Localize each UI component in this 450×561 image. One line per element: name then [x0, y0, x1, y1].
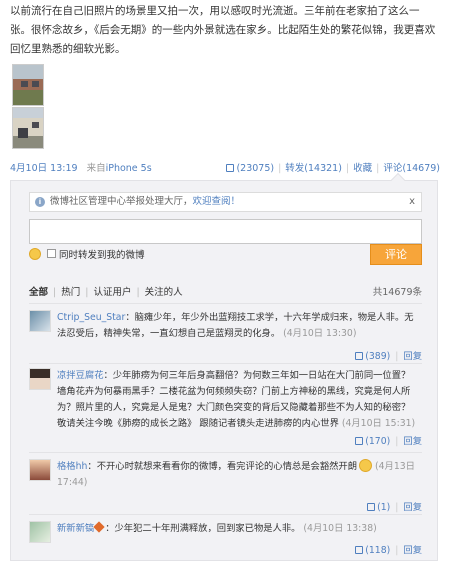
- comment-item: 新新新镐 ：少年犯二十年刑满释放，回到家已物是人非。 (4月10日 13:38) …: [29, 521, 422, 561]
- filter-verified[interactable]: 认证用户: [93, 287, 131, 298]
- comment-like-count: (389): [365, 351, 391, 362]
- comment-reply-button[interactable]: 回复: [403, 502, 422, 513]
- avatar[interactable]: [29, 368, 51, 390]
- avatar[interactable]: [29, 310, 51, 332]
- grinning-face-icon: [359, 459, 373, 472]
- thumbs-up-icon: [367, 503, 376, 511]
- comment-body: 新新新镐 ：少年犯二十年刑满释放，回到家已物是人非。 (4月10日 13:38): [57, 521, 417, 537]
- comment-body: 格格hh：不开心时就想来看看你的微博，看完评论的心情总是会豁然开朗 (4月13日…: [57, 459, 417, 491]
- thumbs-up-icon: [226, 164, 235, 172]
- avatar[interactable]: [29, 459, 51, 481]
- submit-comment-button[interactable]: 评论: [370, 244, 422, 265]
- commenter-name[interactable]: Ctrip_Seu_Star: [57, 312, 125, 323]
- post-time[interactable]: 4月10日 13:19: [10, 163, 78, 174]
- info-icon: i: [35, 197, 45, 207]
- notice-text: 微博社区管理中心举报处理大厅，: [50, 196, 193, 207]
- window-shape: [32, 81, 39, 87]
- comment-time: (4月10日 13:30): [283, 328, 357, 339]
- comment-button[interactable]: 评论(14679): [383, 163, 440, 174]
- close-icon[interactable]: x: [409, 193, 415, 211]
- comment-like-button[interactable]: (1): [367, 502, 390, 513]
- like-count: (23075): [236, 163, 275, 174]
- source-prefix: 来自: [86, 163, 106, 174]
- comment-reply-button[interactable]: 回复: [403, 436, 422, 447]
- divider: [29, 514, 422, 515]
- divider: [29, 303, 422, 304]
- thumbs-up-icon: [355, 546, 364, 554]
- post-actions: (23075) | 转发(14321) | 收藏 | 评论(14679): [226, 160, 440, 174]
- door-shape: [18, 128, 28, 138]
- comment-text: ：少年犯二十年刑满释放，回到家已物是人非。: [105, 523, 301, 534]
- comment-total-count: 共14679条: [372, 287, 422, 298]
- comment-input[interactable]: [29, 219, 422, 244]
- divider: [29, 363, 422, 364]
- favorite-button[interactable]: 收藏: [353, 163, 372, 174]
- window-shape: [32, 122, 39, 128]
- divider: [29, 452, 422, 453]
- comment-like-button[interactable]: (170): [355, 436, 390, 447]
- filter-following[interactable]: 关注的人: [145, 287, 183, 298]
- commenter-name[interactable]: 格格hh: [57, 461, 87, 472]
- filter-hot[interactable]: 热门: [61, 287, 80, 298]
- window-shape: [21, 81, 28, 87]
- emoji-icon[interactable]: [29, 248, 41, 260]
- comment-reply-button[interactable]: 回复: [403, 545, 422, 556]
- post-source[interactable]: iPhone 5s: [106, 163, 152, 174]
- comment-item: 凉拌豆腐花：少年肺痨为何三年后身高翻倍？为何数三年如一日站在大门前同一位置？墙角…: [29, 368, 422, 451]
- comment-time: (4月10日 15:31): [341, 418, 416, 429]
- avatar[interactable]: [29, 521, 51, 543]
- thumbs-up-icon: [355, 437, 364, 445]
- comment-like-button[interactable]: (389): [355, 351, 390, 362]
- comment-like-count: (170): [365, 436, 391, 447]
- comment-like-count: (118): [365, 545, 391, 556]
- comment-item: Ctrip_Seu_Star：脑瘫少年，年少外出蓝翔技工求学，十六年学成归来，物…: [29, 310, 422, 363]
- repost-checkbox[interactable]: [47, 249, 56, 258]
- comment-item: 格格hh：不开心时就想来看看你的微博，看完评论的心情总是会豁然开朗 (4月13日…: [29, 459, 422, 514]
- notice-link[interactable]: 欢迎查阅！: [193, 196, 241, 207]
- thumbs-up-icon: [355, 352, 364, 360]
- comment-actions: (1) | 回复: [367, 499, 422, 513]
- comment-actions: (170) | 回复: [355, 433, 422, 447]
- comment-text: ：不开心时就想来看看你的微博，看完评论的心情总是会豁然开朗: [87, 461, 358, 472]
- post-photo-1[interactable]: [12, 64, 44, 106]
- repost-checkbox-label: 同时转发到我的微博: [59, 250, 145, 261]
- post-photo-2[interactable]: [12, 107, 44, 149]
- post-text: 以前流行在自己旧照片的场景里又拍一次，用以感叹时光流逝。三年前在老家拍了这么一张…: [10, 5, 436, 55]
- comment-reply-button[interactable]: 回复: [403, 351, 422, 362]
- comment-like-button[interactable]: (118): [355, 545, 390, 556]
- comment-time: (4月10日 13:38): [303, 523, 377, 534]
- filter-all[interactable]: 全部: [29, 287, 48, 298]
- comment-body: 凉拌豆腐花：少年肺痨为何三年后身高翻倍？为何数三年如一日站在大门前同一位置？墙角…: [57, 368, 417, 432]
- comment-actions: (389) | 回复: [355, 348, 422, 362]
- repost-button[interactable]: 转发(14321): [285, 163, 342, 174]
- commenter-name[interactable]: 新新新镐: [57, 523, 94, 534]
- badge-icon: [93, 521, 105, 533]
- comment-filters: 全部 | 热门 | 认证用户 | 关注的人 共14679条: [29, 284, 422, 298]
- comment-actions: (118) | 回复: [355, 542, 422, 556]
- comment-panel: i 微博社区管理中心举报处理大厅，欢迎查阅！ x 同时转发到我的微博 评论 全部…: [10, 172, 438, 561]
- like-button[interactable]: (23075): [226, 163, 274, 174]
- comment-body: Ctrip_Seu_Star：脑瘫少年，年少外出蓝翔技工求学，十六年学成归来，物…: [57, 310, 417, 342]
- comment-like-count: (1): [377, 502, 391, 513]
- post-meta: 4月10日 13:19 来自iPhone 5s (23075) | 转发(14321…: [10, 160, 440, 176]
- report-notice: i 微博社区管理中心举报处理大厅，欢迎查阅！ x: [29, 192, 422, 212]
- commenter-name[interactable]: 凉拌豆腐花: [57, 370, 104, 381]
